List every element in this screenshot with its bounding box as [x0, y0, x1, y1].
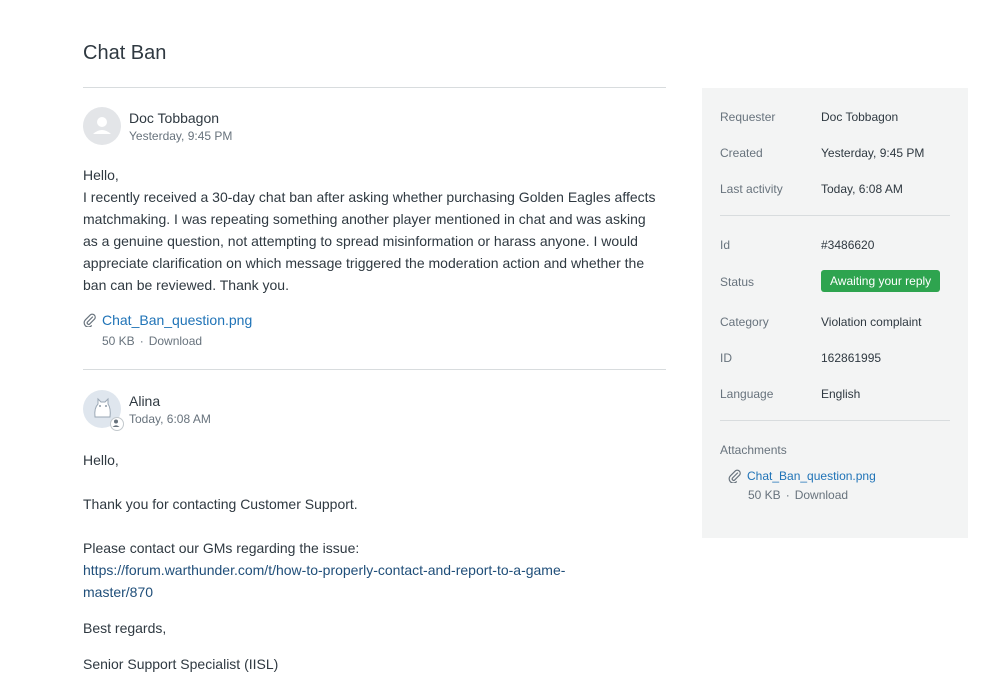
detail-label: Status [720, 275, 755, 289]
comment-time: Yesterday, 9:45 PM [129, 129, 233, 143]
attachment-link[interactable]: Chat_Ban_question.png [747, 469, 876, 483]
forum-link-line: https://forum.warthunder.com/t/how-to-pr… [83, 562, 566, 578]
sidebar-divider [720, 215, 950, 216]
detail-value: Doc Tobbagon [821, 110, 899, 124]
comment-attachment: Chat_Ban_question.png 50 KB · Download [83, 312, 666, 348]
title-divider [83, 87, 666, 88]
attachment-download-link[interactable]: Download [149, 334, 202, 348]
attachment-size: 50 KB [748, 488, 781, 502]
agent-avatar-icon [83, 390, 124, 431]
comment-author-row: Doc Tobbagon Yesterday, 9:45 PM [83, 107, 666, 145]
separator: · [785, 488, 790, 502]
detail-value: Yesterday, 9:45 PM [821, 146, 925, 160]
comment-author-row: Alina Today, 6:08 AM [83, 390, 666, 431]
attachment-line: Chat_Ban_question.png [728, 469, 876, 484]
reply-link-block: https://forum.warthunder.com/t/how-to-pr… [83, 559, 666, 603]
attachment-meta: 50 KB · Download [748, 488, 876, 502]
comment-time: Today, 6:08 AM [129, 412, 211, 426]
comment-line: appreciate clarification on which messag… [83, 255, 645, 271]
comment-body: Hello, Thank you for contacting Customer… [83, 449, 666, 675]
comment-line: I recently received a 30-day chat ban af… [83, 189, 656, 205]
page-title: Chat Ban [83, 42, 167, 64]
detail-label: Id [720, 238, 731, 252]
forum-link-line: master/870 [83, 584, 154, 600]
comment-divider [83, 369, 666, 370]
detail-label: Last activity [720, 182, 783, 196]
agent-badge-icon [110, 417, 124, 431]
attachment-meta: 50 KB · Download [102, 334, 666, 348]
detail-value: #3486620 [821, 238, 875, 252]
detail-label: Attachments [720, 443, 787, 457]
paperclip-icon [83, 313, 97, 328]
detail-label: Language [720, 387, 774, 401]
reply-greeting: Hello, [83, 452, 119, 468]
comment-requester: Doc Tobbagon Yesterday, 9:45 PM Hello, I… [83, 107, 666, 348]
comment-line: ban can be reviewed. Thank you. [83, 277, 289, 293]
separator: · [139, 334, 144, 348]
author-name: Doc Tobbagon [129, 110, 220, 126]
comment-agent: Alina Today, 6:08 AM Hello, Thank you fo… [83, 390, 666, 675]
detail-label: Requester [720, 110, 776, 124]
attachment-size: 50 KB [102, 334, 135, 348]
sidebar-divider [720, 420, 950, 421]
detail-label: ID [720, 351, 732, 365]
author-name: Alina [129, 393, 161, 409]
reply-signature: Senior Support Specialist (IISL) [83, 656, 279, 672]
attachment-line: Chat_Ban_question.png [83, 312, 666, 328]
reply-thanks: Thank you for contacting Customer Suppor… [83, 496, 358, 512]
ticket-details-sidebar: Requester Doc Tobbagon Created Yesterday… [702, 88, 968, 538]
detail-label: Created [720, 146, 763, 160]
comment-line: as a genuine question, not attempting to… [83, 233, 638, 249]
detail-value: English [821, 387, 861, 401]
author-meta: Alina Today, 6:08 AM [129, 390, 211, 426]
author-meta: Doc Tobbagon Yesterday, 9:45 PM [129, 107, 232, 143]
reply-contact: Please contact our GMs regarding the iss… [83, 540, 360, 556]
detail-value: Violation complaint [821, 315, 922, 329]
user-avatar-icon [83, 107, 121, 145]
comment-line: matchmaking. I was repeating something a… [83, 211, 646, 227]
sidebar-attachment: Chat_Ban_question.png 50 KB · Download [728, 469, 876, 502]
reply-regards: Best regards, [83, 620, 167, 636]
attachment-download-link[interactable]: Download [795, 488, 848, 502]
detail-value: 162861995 [821, 351, 882, 365]
comment-body: Hello, I recently received a 30-day chat… [83, 164, 666, 296]
status-badge: Awaiting your reply [821, 270, 941, 292]
detail-label: Category [720, 315, 769, 329]
attachment-link[interactable]: Chat_Ban_question.png [102, 312, 252, 328]
forum-link[interactable]: https://forum.warthunder.com/t/how-to-pr… [83, 562, 565, 600]
paperclip-icon [728, 469, 742, 484]
detail-value: Today, 6:08 AM [821, 182, 903, 196]
comment-line: Hello, [83, 167, 119, 183]
